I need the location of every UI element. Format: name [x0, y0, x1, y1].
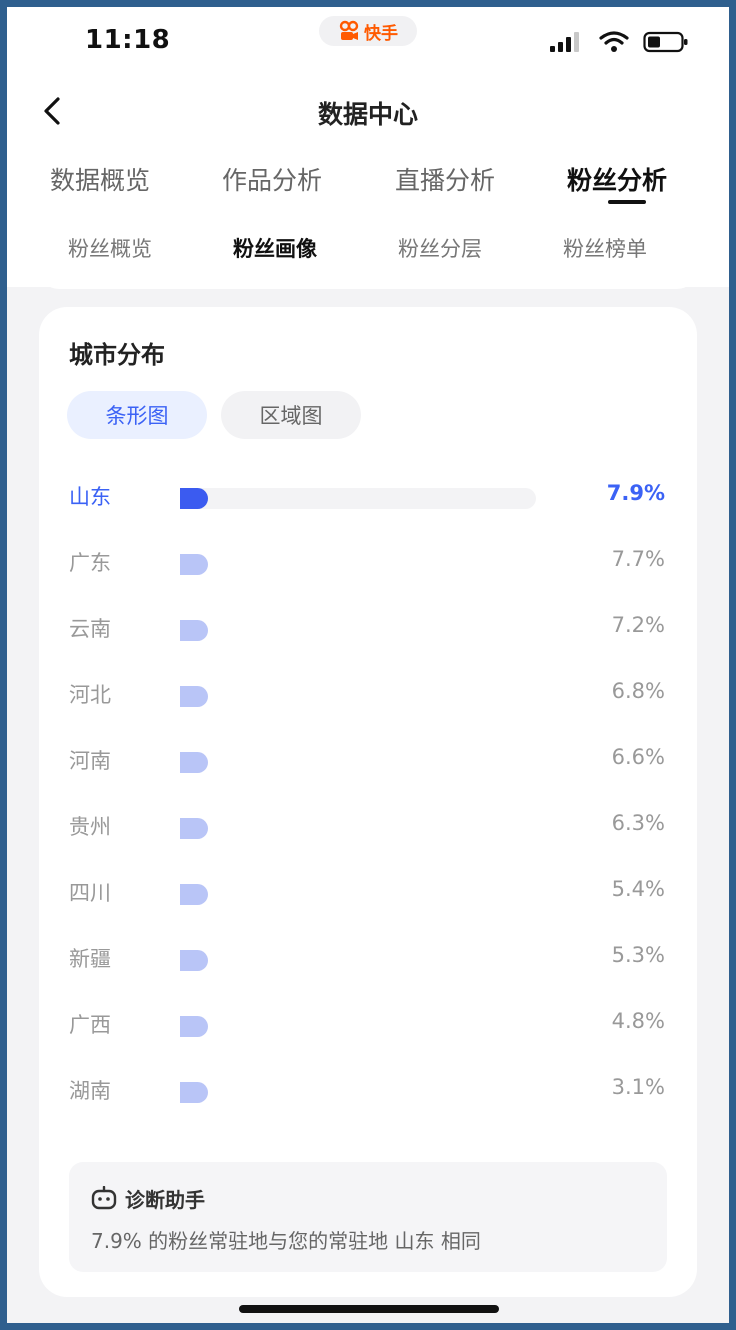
diagnosis-assistant-box: 诊断助手 7.9% 的粉丝常驻地与您的常驻地 山东 相同 — [69, 1162, 667, 1272]
city-percent: 4.8% — [611, 1009, 665, 1033]
bar-track — [180, 554, 536, 575]
page-title: 数据中心 — [317, 100, 418, 129]
tab-fans-analysis[interactable]: 粉丝分析 — [567, 161, 667, 197]
diagnosis-title: 诊断助手 — [125, 1188, 205, 1212]
robot-icon — [91, 1186, 117, 1210]
bar-track — [180, 950, 536, 971]
city-row: 湖南 3.1% — [39, 1061, 697, 1127]
city-percent: 6.3% — [611, 811, 665, 835]
city-name: 河北 — [69, 683, 111, 707]
bar-fill — [180, 752, 208, 773]
home-indicator[interactable] — [239, 1305, 499, 1313]
city-percent: 6.8% — [611, 679, 665, 703]
city-name: 云南 — [69, 617, 111, 641]
bar-fill — [180, 1082, 208, 1103]
city-list: 山东 7.9% 广东 7.7% 云南 7.2% 河北 6.8% 河南 6.6% … — [39, 467, 697, 1127]
bar-fill — [180, 950, 208, 971]
subtab-fans-layers[interactable]: 粉丝分层 — [398, 233, 482, 263]
city-row: 新疆 5.3% — [39, 929, 697, 995]
bar-track — [180, 752, 536, 773]
city-percent: 5.3% — [611, 943, 665, 967]
city-percent: 5.4% — [611, 877, 665, 901]
bar-track — [180, 818, 536, 839]
card-title: 城市分布 — [69, 341, 165, 369]
wifi-icon — [599, 31, 629, 52]
city-percent: 6.6% — [611, 745, 665, 769]
tab-works-analysis[interactable]: 作品分析 — [222, 161, 322, 197]
bar-fill — [180, 488, 208, 509]
bar-fill — [180, 620, 208, 641]
bar-fill — [180, 818, 208, 839]
active-tab-indicator — [608, 200, 646, 204]
city-row: 山东 7.9% — [39, 467, 697, 533]
battery-icon — [643, 31, 688, 53]
city-name: 四川 — [69, 881, 111, 905]
status-icons — [549, 31, 689, 53]
phone-screen: 11:18 快手 数据中心 数据概览 作品分析 直播分析 粉丝分析 粉丝概览 粉… — [7, 7, 729, 1323]
tab-live-analysis[interactable]: 直播分析 — [395, 161, 495, 197]
subtab-fans-portrait[interactable]: 粉丝画像 — [233, 233, 317, 263]
city-percent: 7.2% — [611, 613, 665, 637]
app-indicator-pill[interactable]: 快手 — [319, 16, 417, 46]
signal-icon — [550, 32, 579, 52]
city-name: 广西 — [69, 1013, 111, 1037]
bar-track — [180, 884, 536, 905]
app-name: 快手 — [364, 23, 398, 44]
bar-track — [180, 488, 536, 509]
diagnosis-text: 7.9% 的粉丝常驻地与您的常驻地 山东 相同 — [91, 1229, 481, 1253]
bar-track — [180, 1016, 536, 1037]
city-percent: 7.9% — [606, 481, 665, 505]
city-name: 河南 — [69, 749, 111, 773]
city-row: 广西 4.8% — [39, 995, 697, 1061]
bar-fill — [180, 686, 208, 707]
city-percent: 7.7% — [611, 547, 665, 571]
city-name: 湖南 — [69, 1079, 111, 1103]
bar-track — [180, 686, 536, 707]
subtab-fans-overview[interactable]: 粉丝概览 — [68, 233, 152, 263]
bar-fill — [180, 554, 208, 575]
city-percent: 3.1% — [611, 1075, 665, 1099]
city-name: 新疆 — [69, 947, 111, 971]
city-name: 广东 — [69, 551, 111, 575]
bar-track — [180, 620, 536, 641]
city-distribution-card: 城市分布 条形图 区域图 山东 7.9% 广东 7.7% 云南 7.2% 河北 — [39, 307, 697, 1297]
city-name: 山东 — [69, 485, 111, 509]
subtab-fans-ranking[interactable]: 粉丝榜单 — [563, 233, 647, 263]
city-row: 贵州 6.3% — [39, 797, 697, 863]
area-map-toggle[interactable]: 区域图 — [221, 391, 361, 439]
previous-card-edge — [39, 269, 697, 289]
city-row: 河北 6.8% — [39, 665, 697, 731]
status-time: 11:18 — [85, 25, 171, 55]
tab-data-overview[interactable]: 数据概览 — [50, 161, 150, 197]
city-row: 四川 5.4% — [39, 863, 697, 929]
city-name: 贵州 — [69, 815, 111, 839]
city-row: 云南 7.2% — [39, 599, 697, 665]
city-row: 广东 7.7% — [39, 533, 697, 599]
kuaishou-logo-icon — [339, 20, 359, 40]
bar-chart-toggle[interactable]: 条形图 — [67, 391, 207, 439]
bar-fill — [180, 884, 208, 905]
bar-fill — [180, 1016, 208, 1037]
city-row: 河南 6.6% — [39, 731, 697, 797]
bar-track — [180, 1082, 536, 1103]
